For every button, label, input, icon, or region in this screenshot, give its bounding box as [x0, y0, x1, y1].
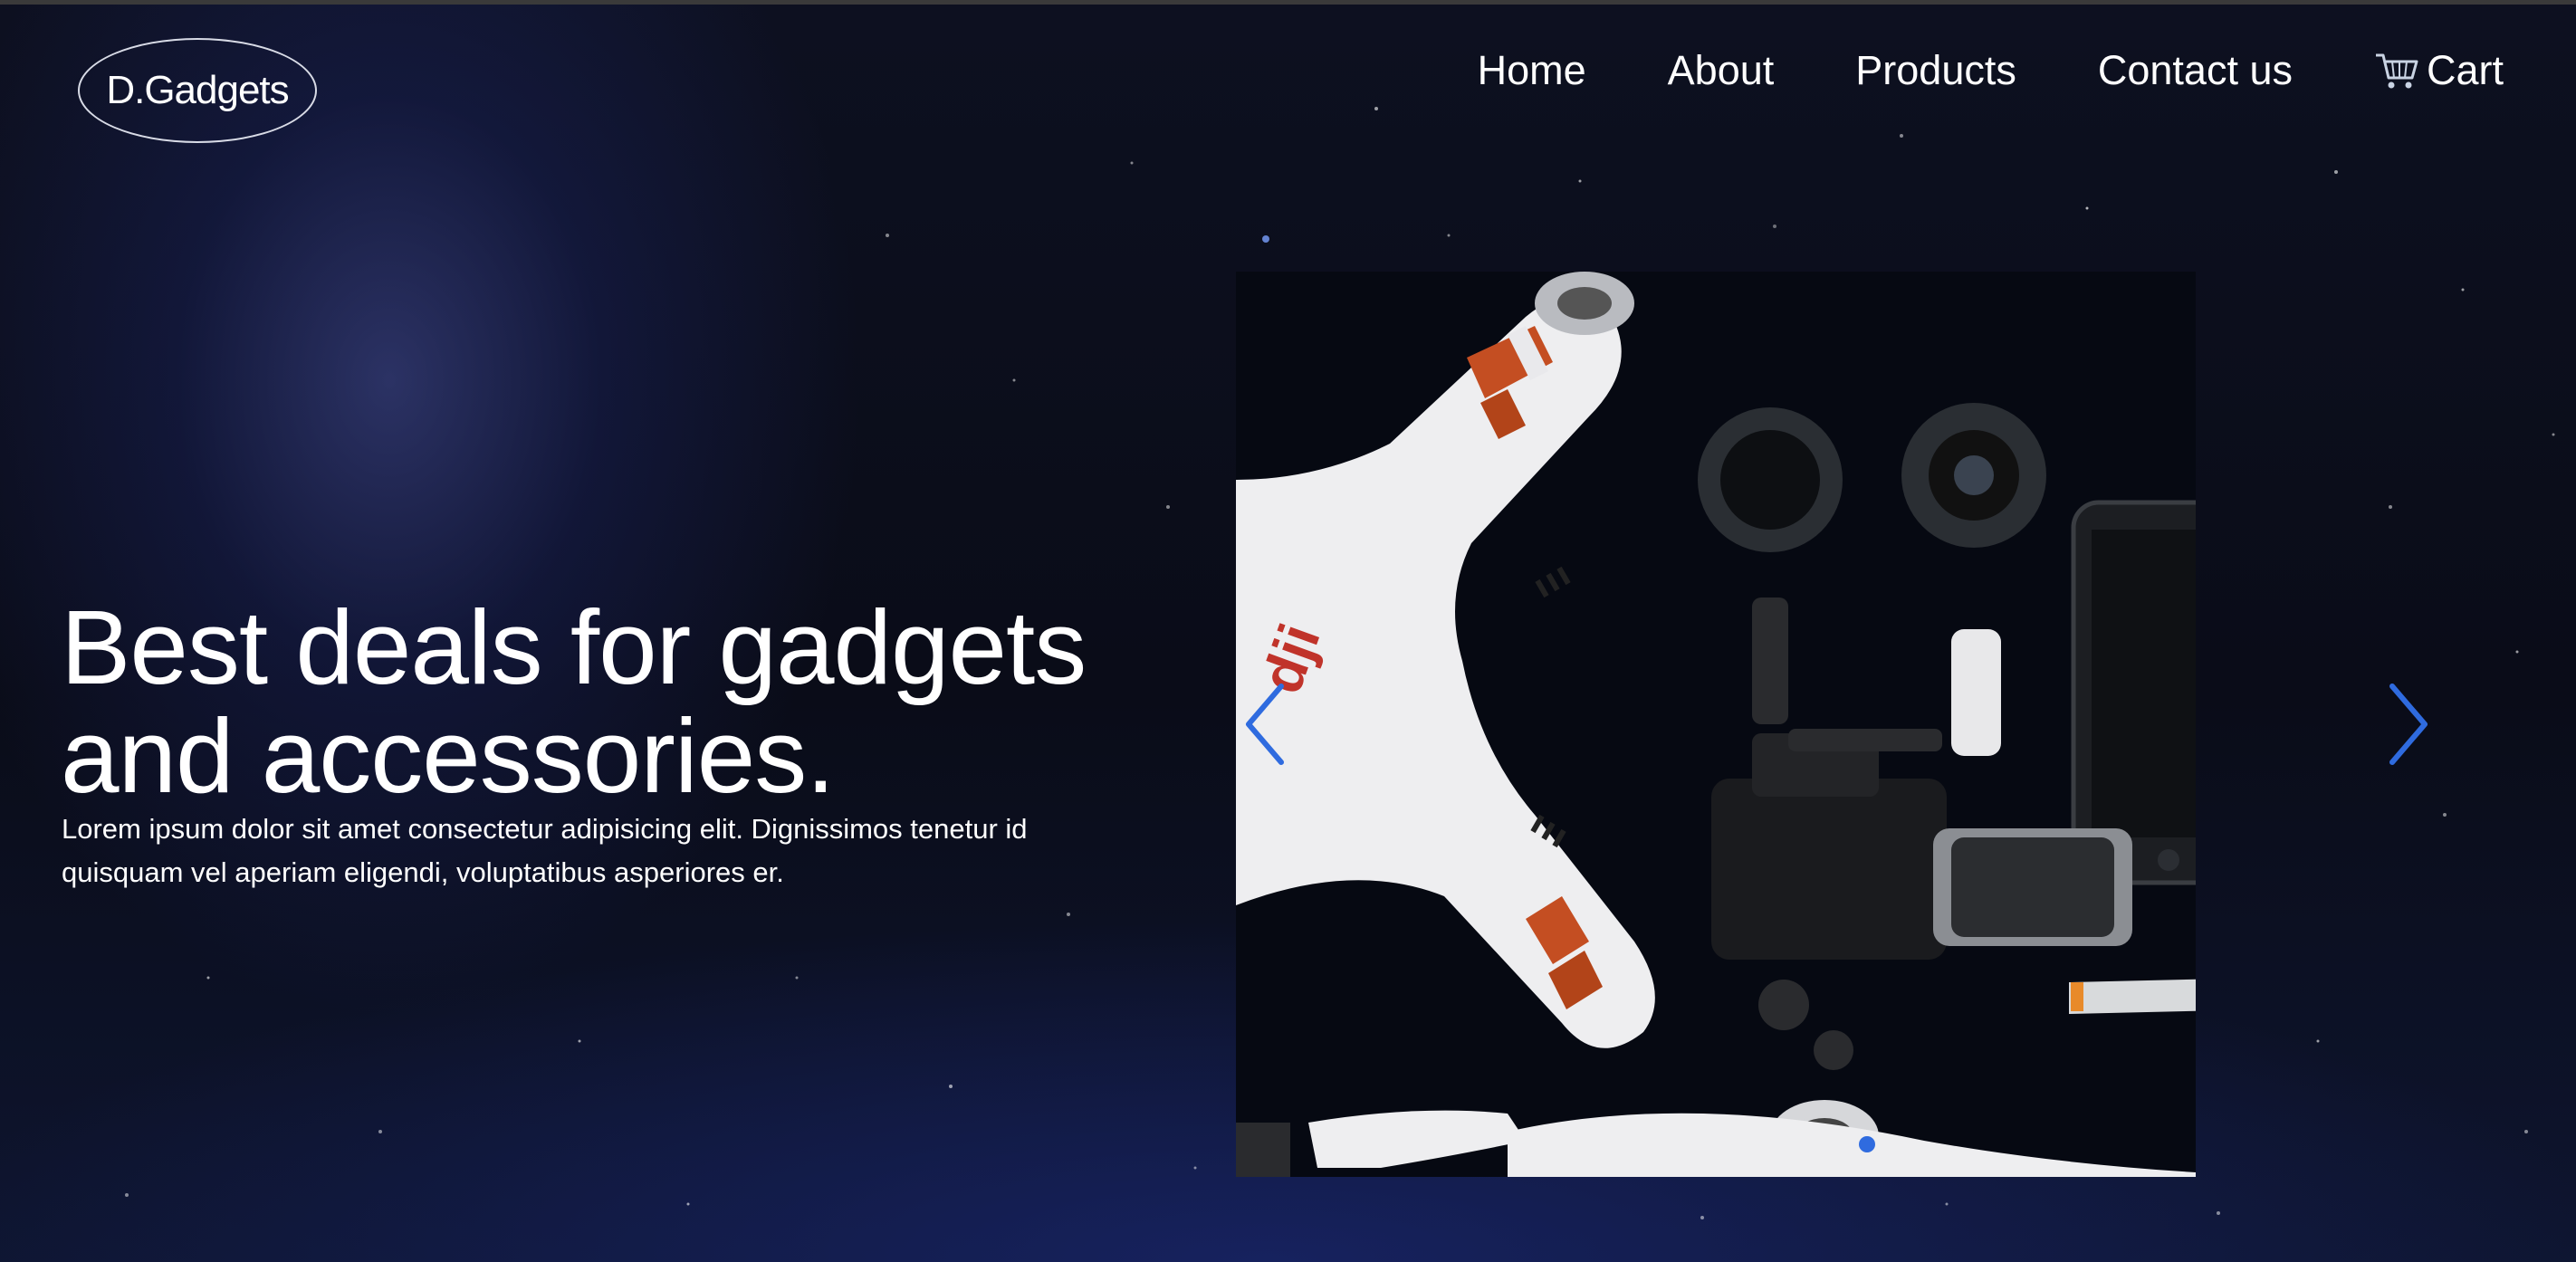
gadgets-flatlay-image: dji	[1236, 272, 2196, 1177]
hero-description: Lorem ipsum dolor sit amet consectetur a…	[62, 813, 1028, 888]
cart-icon	[2375, 53, 2418, 89]
carousel-prev-button[interactable]	[1238, 679, 1292, 770]
brand-name: D.Gadgets	[106, 68, 289, 112]
product-carousel: dji	[1236, 272, 2428, 1177]
nav-contact-link[interactable]: Contact us	[2098, 47, 2293, 94]
nav-cart-link[interactable]: Cart	[2374, 47, 2504, 94]
chevron-right-icon	[2389, 684, 2428, 765]
carousel-next-button[interactable]	[2381, 679, 2436, 770]
hero-title-line-2: and accessories.	[61, 697, 835, 815]
hero-title-line-1: Best deals for gadgets	[61, 588, 1087, 706]
hero-title: Best deals for gadgets and accessories.	[61, 588, 1087, 815]
brand-logo[interactable]: D.Gadgets	[78, 38, 317, 143]
landing-page: D.Gadgets Home About Products Contact us…	[0, 0, 2576, 1262]
main-nav: Home About Products Contact us Cart	[1396, 47, 2504, 94]
carousel-slide-image: dji	[1236, 272, 2196, 1177]
nav-home-link[interactable]: Home	[1478, 47, 1586, 94]
nav-products-link[interactable]: Products	[1855, 47, 2016, 94]
chevron-left-icon	[1246, 684, 1284, 765]
cart-label: Cart	[2426, 47, 2504, 93]
nav-about-link[interactable]: About	[1668, 47, 1775, 94]
carousel-indicator-dot[interactable]	[1859, 1136, 1875, 1152]
